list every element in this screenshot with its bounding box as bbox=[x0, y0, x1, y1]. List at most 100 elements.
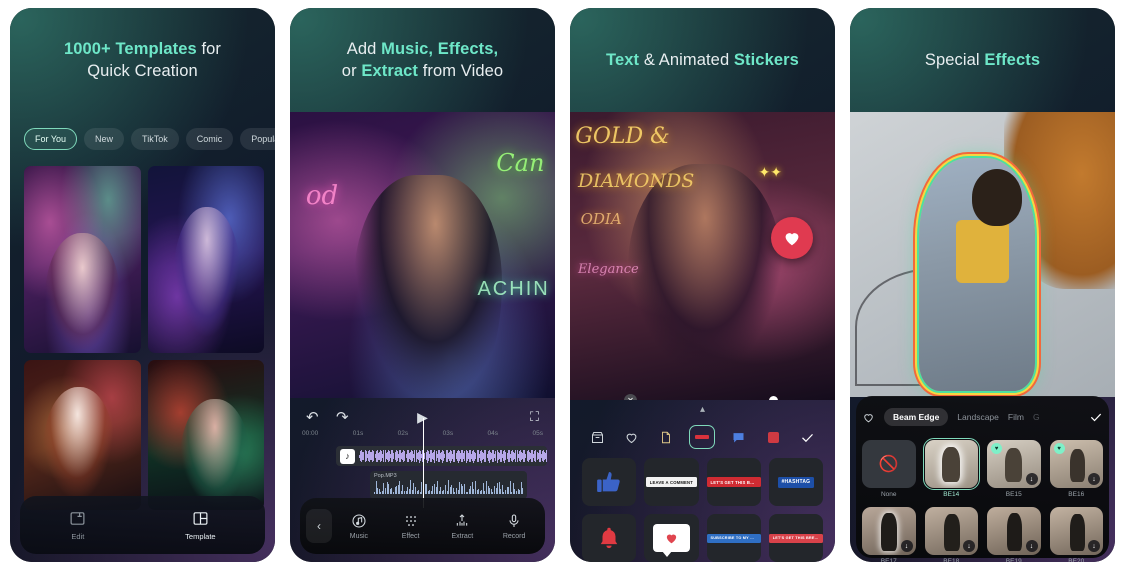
chip-tiktok[interactable]: TikTok bbox=[131, 128, 179, 150]
headline-highlight-2: Extract bbox=[361, 62, 419, 80]
effect-item[interactable]: ↓ BE17 bbox=[862, 507, 916, 562]
sticker-item[interactable] bbox=[582, 514, 637, 562]
app-store-preview-strip: 1000+ Templates for Quick Creation For Y… bbox=[0, 0, 1130, 570]
preview-panel-templates: 1000+ Templates for Quick Creation For Y… bbox=[10, 8, 275, 562]
category-chip-row: For You New TikTok Comic Popular bbox=[24, 128, 275, 150]
favorite-badge-icon: ♥ bbox=[991, 443, 1002, 454]
effect-grid: 🚫 None BE14 ♥ ↓ BE15 ♥ ↓ BE16 ↓ BE17 ↓ B… bbox=[862, 437, 1103, 562]
effect-label: BE17 bbox=[880, 558, 897, 562]
audio-toolbar: ‹ Music Effect Extract Record bbox=[300, 498, 545, 554]
video-preview[interactable]: GOLD & DIAMONDS ODIA Elegance ✦✦ Amazing… bbox=[570, 112, 835, 400]
download-icon[interactable]: ↓ bbox=[900, 540, 913, 552]
template-thumb[interactable] bbox=[24, 166, 141, 353]
heart-sticker[interactable] bbox=[771, 217, 813, 259]
preview-panel-audio: Add Music, Effects, or Extract from Vide… bbox=[290, 8, 555, 562]
headline-plain: Special bbox=[924, 50, 985, 69]
sticker-label: SUBSCRIBE TO MY CHANNEL bbox=[706, 533, 761, 543]
tab-edit[interactable]: Edit bbox=[69, 510, 86, 541]
download-icon[interactable]: ↓ bbox=[1088, 473, 1100, 485]
video-preview[interactable]: od Can ACHIN bbox=[290, 112, 555, 398]
tab-landscape[interactable]: Landscape bbox=[957, 412, 999, 422]
fullscreen-icon[interactable]: ⛶ bbox=[530, 409, 539, 425]
download-icon[interactable]: ↓ bbox=[1088, 540, 1100, 552]
download-icon[interactable]: ↓ bbox=[963, 540, 975, 552]
tool-record-label: Record bbox=[502, 532, 526, 540]
effect-item[interactable]: BE14 bbox=[922, 437, 981, 498]
tool-effect[interactable]: Effect bbox=[386, 513, 436, 540]
template-thumb[interactable] bbox=[147, 360, 264, 510]
sticker-store-icon[interactable] bbox=[586, 426, 608, 448]
template-thumb[interactable] bbox=[24, 360, 141, 510]
tab-beam-edge[interactable]: Beam Edge bbox=[884, 408, 949, 426]
confirm-check-icon[interactable] bbox=[1089, 410, 1103, 424]
no-effect-icon: 🚫 bbox=[862, 440, 916, 488]
headline-highlight-2: Stickers bbox=[733, 50, 799, 69]
effect-thumb: ♥ ↓ bbox=[987, 440, 1041, 488]
back-button[interactable]: ‹ bbox=[306, 509, 332, 543]
tool-music[interactable]: Music bbox=[334, 513, 384, 540]
waveform-video bbox=[359, 449, 547, 463]
template-thumb[interactable] bbox=[147, 166, 264, 353]
effect-label: BE14 bbox=[943, 491, 960, 498]
headline-plain: & Animated bbox=[639, 50, 734, 69]
audio-clip[interactable]: Pop.MP3 bbox=[370, 471, 527, 499]
download-icon[interactable]: ↓ bbox=[1025, 473, 1038, 485]
redo-icon[interactable]: ↷ bbox=[336, 408, 349, 426]
undo-icon[interactable]: ↶ bbox=[306, 408, 319, 426]
effect-dots-icon bbox=[403, 513, 419, 529]
panel-headline-templates: 1000+ Templates for Quick Creation bbox=[10, 8, 275, 112]
playhead[interactable] bbox=[422, 418, 424, 508]
sticker-item[interactable]: LEAVE A COMMENT bbox=[644, 458, 699, 506]
sticker-item[interactable] bbox=[644, 514, 699, 562]
tool-record[interactable]: Record bbox=[489, 513, 539, 540]
effect-tab-row: Beam Edge Landscape Film G bbox=[850, 404, 1115, 430]
sticker-label: LEAVE A COMMENT bbox=[645, 477, 698, 487]
headline-plain-3: from Video bbox=[418, 62, 504, 80]
tab-film[interactable]: Film bbox=[1008, 412, 1024, 422]
effect-label: BE16 bbox=[1068, 491, 1085, 498]
panel-headline-audio: Add Music, Effects, or Extract from Vide… bbox=[290, 8, 555, 112]
tab-template-label: Template bbox=[185, 531, 216, 541]
tab-template[interactable]: Template bbox=[185, 510, 216, 541]
effect-item[interactable]: ♥ ↓ BE16 bbox=[1049, 440, 1103, 498]
tab-more[interactable]: G bbox=[1033, 412, 1040, 422]
chevron-up-icon[interactable]: ▴ bbox=[700, 404, 705, 415]
tick-1: 01s bbox=[352, 430, 364, 437]
chip-new[interactable]: New bbox=[84, 128, 125, 150]
chip-comic[interactable]: Comic bbox=[185, 128, 234, 150]
tool-extract[interactable]: Extract bbox=[438, 513, 488, 540]
music-note-icon bbox=[351, 513, 367, 529]
confirm-check-icon[interactable] bbox=[797, 426, 819, 448]
chip-for-you[interactable]: For You bbox=[24, 128, 78, 150]
resize-handle-tr[interactable] bbox=[769, 396, 778, 400]
tick-5: 05s bbox=[532, 430, 543, 437]
document-icon[interactable] bbox=[655, 426, 677, 448]
favorite-heart-icon[interactable] bbox=[621, 426, 643, 448]
sticker-item[interactable]: #HASHTAG bbox=[768, 458, 823, 506]
delete-handle-icon[interactable]: ✕ bbox=[624, 394, 637, 400]
speech-bubble-icon[interactable] bbox=[728, 426, 750, 448]
sticker-item[interactable] bbox=[582, 458, 637, 506]
sticker-item[interactable]: SUBSCRIBE TO MY CHANNEL bbox=[706, 514, 761, 562]
effect-thumb: ♥ ↓ bbox=[1049, 440, 1103, 488]
template-icon bbox=[192, 510, 209, 527]
effect-item[interactable]: ↓ BE19 bbox=[987, 507, 1041, 562]
effect-label: BE20 bbox=[1068, 558, 1085, 562]
effect-item[interactable]: ↓ BE20 bbox=[1049, 507, 1103, 562]
download-icon[interactable]: ↓ bbox=[1025, 540, 1038, 552]
tick-3: 03s bbox=[442, 430, 454, 437]
effect-item[interactable]: ↓ BE18 bbox=[924, 507, 978, 562]
video-track[interactable]: ♪ bbox=[336, 446, 547, 466]
tick-4: 04s bbox=[487, 430, 499, 437]
video-preview[interactable] bbox=[850, 112, 1115, 397]
sticker-item[interactable]: LET'S GET THIS BREAD bbox=[706, 458, 761, 506]
effect-item[interactable]: ♥ ↓ BE15 bbox=[987, 440, 1041, 498]
chip-popular[interactable]: Popular bbox=[240, 128, 275, 150]
favorite-heart-icon[interactable] bbox=[862, 411, 875, 424]
sticker-item[interactable]: LET'S GET THIS BREAD bbox=[768, 514, 823, 562]
emoji-square-icon[interactable] bbox=[762, 426, 784, 448]
headline-highlight: 1000+ Templates bbox=[63, 39, 197, 58]
effect-item-none[interactable]: 🚫 None bbox=[862, 440, 916, 498]
text-banner-icon[interactable] bbox=[689, 425, 716, 449]
tool-extract-label: Extract bbox=[451, 532, 474, 540]
